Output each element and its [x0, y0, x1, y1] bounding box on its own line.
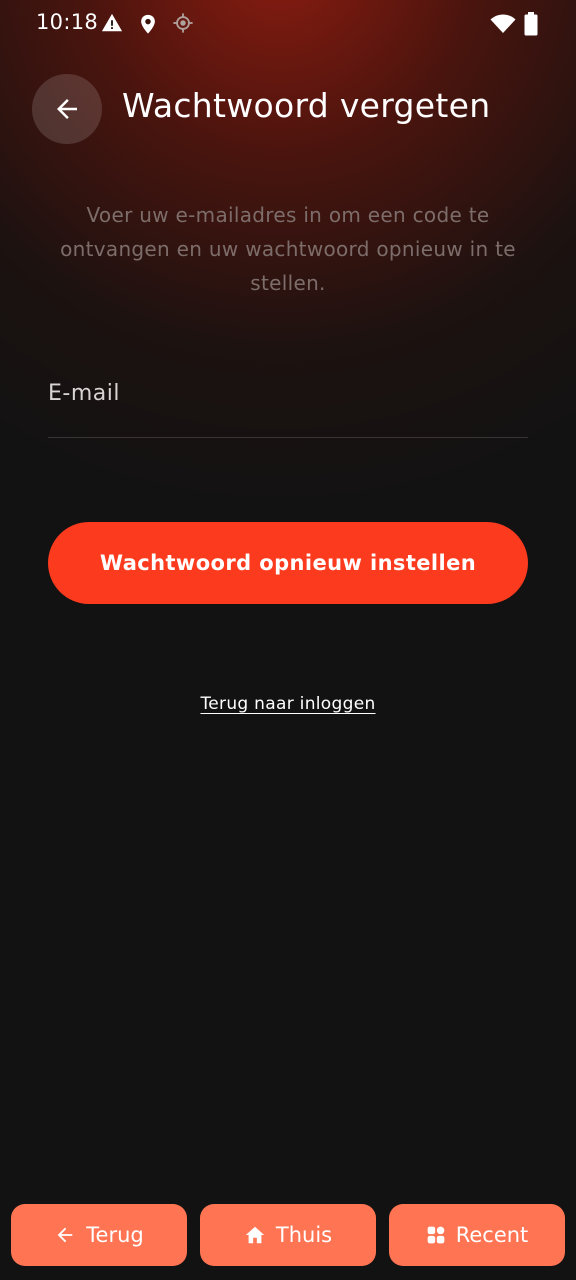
nav-back-label: Terug — [86, 1223, 144, 1247]
email-field[interactable] — [48, 360, 528, 438]
arrow-left-icon — [57, 99, 77, 119]
nav-back-button[interactable]: Terug — [11, 1204, 187, 1266]
status-time: 10:18 — [36, 10, 99, 34]
nav-recent-button[interactable]: Recent — [389, 1204, 565, 1266]
wifi-icon — [490, 14, 516, 38]
reset-password-button[interactable]: Wachtwoord opnieuw instellen — [48, 522, 528, 604]
apps-grid-icon — [427, 1226, 445, 1244]
nav-home-label: Thuis — [275, 1223, 333, 1247]
home-icon — [245, 1226, 265, 1244]
gps-icon — [172, 12, 194, 38]
login-link-container: Terug naar inloggen — [0, 694, 576, 714]
nav-home-button[interactable]: Thuis — [200, 1204, 376, 1266]
battery-icon — [524, 12, 538, 40]
forgot-password-screen: 10:18 Wachtwoord vergeten Voer uw e-mail… — [0, 0, 576, 1280]
nav-recent-label: Recent — [455, 1223, 529, 1247]
instructions-text: Voer uw e-mailadres in om een code te on… — [60, 203, 516, 295]
bottom-navigation: Terug Thuis Recent — [0, 1204, 576, 1266]
back-button[interactable] — [32, 74, 102, 144]
status-bar: 10:18 — [0, 0, 576, 48]
email-input[interactable] — [48, 360, 528, 426]
warning-icon — [101, 12, 123, 38]
location-pin-icon — [137, 12, 159, 40]
back-to-login-link[interactable]: Terug naar inloggen — [200, 694, 375, 714]
page-title: Wachtwoord vergeten — [122, 86, 491, 125]
arrow-left-icon — [57, 1227, 73, 1243]
